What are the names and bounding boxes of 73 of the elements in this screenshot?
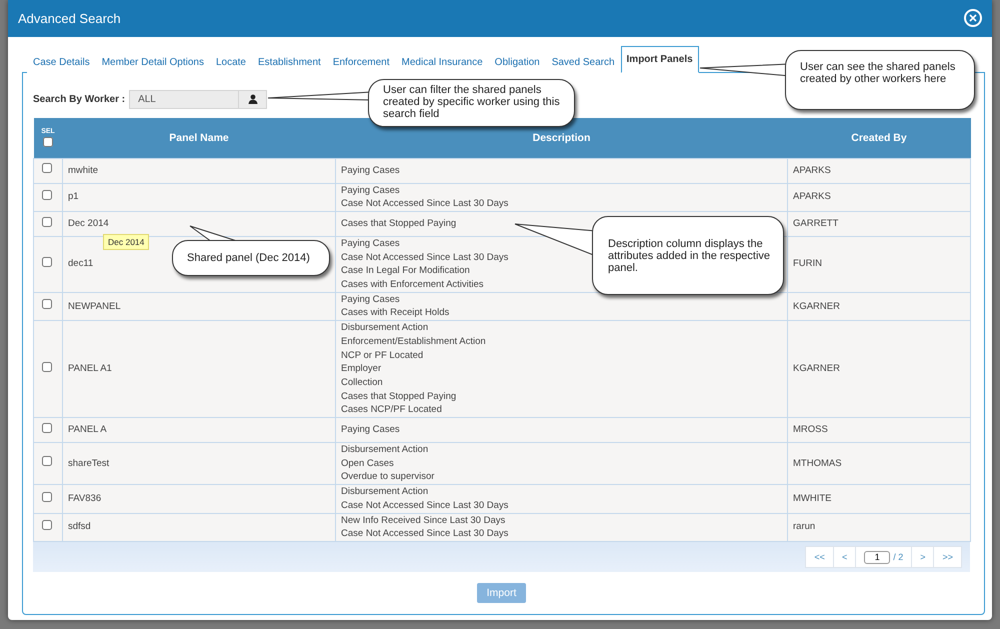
table-cell: Employer xyxy=(341,363,382,374)
column-header: Description xyxy=(532,132,590,144)
table-cell: Cases that Stopped Paying xyxy=(341,390,456,402)
table-cell: Paying Cases xyxy=(341,164,400,176)
table-cell: GARRETT xyxy=(793,218,838,230)
table-cell: PANEL A1 xyxy=(68,363,112,374)
table-cell: Paying Cases xyxy=(341,238,400,249)
table-cell: Collection xyxy=(341,376,383,388)
table-cell: p1 xyxy=(68,191,79,202)
user-icon xyxy=(248,94,258,104)
table-cell: FURIN xyxy=(793,258,822,270)
worker-lookup-button[interactable] xyxy=(239,90,268,109)
table-cell: Case In Legal For Modification xyxy=(341,265,470,276)
field-label: Search By Worker : xyxy=(33,94,126,105)
table-cell: Disbursement Action xyxy=(341,322,428,334)
close-icon xyxy=(969,14,977,22)
table-cell: Case Not Accessed Since Last 30 Days xyxy=(341,500,508,511)
table-cell: New Info Received Since Last 30 Days xyxy=(341,514,506,526)
row-checkbox[interactable] xyxy=(42,492,52,502)
callout: User can filter the shared panels created by specific worker using this search field xyxy=(368,79,575,127)
row-checkbox[interactable] xyxy=(42,190,52,200)
table-cell: MROSS xyxy=(793,424,828,436)
callout: Description column displays the attributes added in the respective panel. xyxy=(592,216,784,295)
window-title: Advanced Search xyxy=(18,10,121,26)
table-cell: Paying Cases xyxy=(341,184,400,196)
row-checkbox[interactable] xyxy=(42,299,52,310)
select-all-checkbox[interactable] xyxy=(43,137,53,148)
row-checkbox[interactable] xyxy=(42,362,52,372)
row-checkbox[interactable] xyxy=(42,256,52,267)
table-cell: Cases with Receipt Holds xyxy=(341,307,450,318)
row-checkbox[interactable] xyxy=(42,163,52,174)
row-checkbox[interactable] xyxy=(42,422,52,433)
table-cell: Overdue to supervisor xyxy=(341,471,434,482)
table-cell: dec11 xyxy=(68,258,94,270)
row-checkbox[interactable] xyxy=(42,216,52,227)
worker-search-field[interactable]: ALL xyxy=(129,90,240,109)
table-cell: APARKS xyxy=(793,191,831,202)
table-cell: MTHOMAS xyxy=(793,458,842,469)
table-cell: Disbursement Action xyxy=(341,486,428,498)
page-total: / 2 xyxy=(893,552,904,562)
table-cell: Open Cases xyxy=(341,458,394,469)
table-cell: Case Not Accessed Since Last 30 Days xyxy=(341,528,508,540)
table-cell: NEWPANEL xyxy=(68,300,121,312)
table-cell: Case Not Accessed Since Last 30 Days xyxy=(341,252,508,263)
row-checkbox[interactable] xyxy=(42,456,52,466)
table-cell: shareTest xyxy=(68,458,110,469)
tooltip: Dec 2014 xyxy=(103,234,150,250)
table-cell: Cases with Enforcement Activities xyxy=(341,279,484,290)
table-cell: FAV836 xyxy=(68,493,102,504)
table-cell: Paying Cases xyxy=(341,424,400,436)
tab[interactable]: Import Panels xyxy=(620,46,699,73)
table-cell: Cases that Stopped Paying xyxy=(341,218,456,230)
column-header: Created By xyxy=(851,132,907,144)
table-cell: MWHITE xyxy=(793,493,832,504)
table-cell: Dec 2014 xyxy=(68,218,109,230)
table-cell: Paying Cases xyxy=(341,294,400,305)
table-cell: KGARNER xyxy=(793,363,840,374)
table-cell: Disbursement Action xyxy=(341,444,428,456)
table-cell: Cases NCP/PF Located xyxy=(341,404,442,416)
row-checkbox[interactable] xyxy=(42,520,52,530)
table-cell: sdfsd xyxy=(68,521,91,532)
page-field[interactable]: 1 xyxy=(864,550,890,564)
table-cell: PANEL A xyxy=(68,424,107,436)
table-cell: KGARNER xyxy=(793,300,840,312)
table-cell: APARKS xyxy=(793,164,831,176)
table-cell: NCP or PF Located xyxy=(341,350,424,361)
table-cell: Case Not Accessed Since Last 30 Days xyxy=(341,198,508,210)
table-cell: Enforcement/Establishment Action xyxy=(341,336,486,347)
table-cell: rarun xyxy=(793,521,816,532)
table-cell: mwhite xyxy=(68,164,98,176)
callout: User can see the shared panels created by other workers here xyxy=(785,50,975,110)
column-header: Panel Name xyxy=(169,132,229,144)
close-button[interactable] xyxy=(964,9,982,28)
